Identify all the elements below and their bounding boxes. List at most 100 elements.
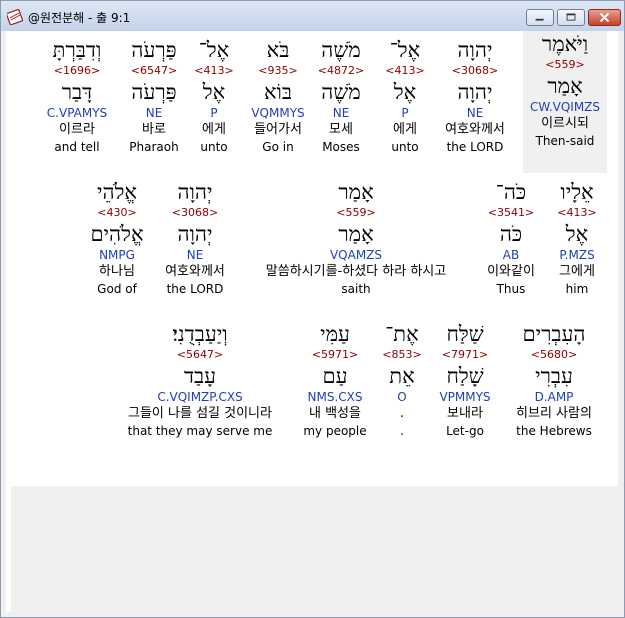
- hebrew-word: אֶת־: [385, 322, 419, 346]
- strong-number[interactable]: <1696>: [34, 63, 120, 79]
- morph-code: C.VQIMZP.CXS: [157, 390, 243, 404]
- strong-number[interactable]: <6547>: [114, 63, 194, 79]
- korean-gloss: 이와같이: [487, 264, 535, 279]
- word-block[interactable]: אָמַר <559> אָמַר VQAMZS 말씀하시기를-하셨다 하라 하…: [242, 179, 470, 297]
- hebrew-lemma: אָמַר: [547, 74, 583, 98]
- hebrew-lemma: יְהוָה: [177, 222, 213, 246]
- english-gloss: my people: [303, 424, 367, 438]
- word-block[interactable]: וַיֹּאמֶר <559> אָמַר CW.VQIMZS 이르시되 The…: [523, 31, 607, 173]
- hebrew-word: וְדִבַּרְתָּ: [52, 38, 102, 62]
- morph-code: NMS.CXS: [307, 390, 363, 404]
- english-gloss: Thus: [496, 282, 526, 296]
- word-block[interactable]: אֱלֹהֵי <430> אֱלֹהִים NMPG 하나님 God of: [82, 179, 152, 297]
- morph-code: VQAMZS: [329, 248, 383, 262]
- korean-gloss: 말씀하시기를-하셨다 하라 하시고: [265, 264, 447, 279]
- english-gloss: Pharaoh: [129, 140, 179, 154]
- morph-code: O: [397, 390, 407, 404]
- hebrew-lemma: שָׁלַח: [446, 364, 484, 388]
- maximize-button[interactable]: [557, 9, 585, 26]
- korean-gloss: 내 백성을: [309, 406, 361, 421]
- word-block[interactable]: שַׁלַּח <7971> שָׁלַח VPMMYS 보내라 Let-go: [430, 321, 500, 439]
- hebrew-word: וְיַעַבְדֻנִי׃: [172, 322, 228, 346]
- hebrew-lemma: אָמַר: [338, 222, 374, 246]
- title-bar[interactable]: @원전분해 - 출 9:1: [1, 1, 624, 31]
- korean-gloss: .: [399, 406, 405, 421]
- strong-number[interactable]: <5971>: [296, 347, 374, 363]
- maximize-icon: [566, 13, 576, 21]
- word-block[interactable]: הָעִבְרִים <5680> עִבְרִי D.AMP 히브리 사람의 …: [502, 321, 606, 439]
- korean-gloss: 그들이 나를 섬길 것이니라: [128, 406, 272, 421]
- minimize-button[interactable]: [526, 9, 554, 26]
- minimize-icon: [535, 18, 544, 21]
- english-gloss: and tell: [54, 140, 100, 154]
- morph-code: CW.VQIMZS: [529, 100, 601, 114]
- strong-number[interactable]: <5647>: [106, 347, 294, 363]
- hebrew-word: אָמַר: [338, 180, 374, 204]
- strong-number[interactable]: <413>: [544, 205, 610, 221]
- app-window: @원전분해 - 출 9:1 וַיֹּאמֶר <559> אָמַר CW.V…: [0, 0, 625, 618]
- hebrew-lemma: אֱלֹהִים: [90, 222, 144, 246]
- morph-code: NMPG: [99, 248, 135, 262]
- korean-gloss: 하나님: [99, 264, 135, 279]
- korean-gloss: 보내라: [447, 406, 483, 421]
- english-gloss: God of: [97, 282, 137, 296]
- morph-code: AB: [502, 248, 520, 262]
- empty-area: [11, 486, 618, 612]
- word-block[interactable]: וְדִבַּרְתָּ <1696> דָּבַר C.VPAMYS 이르라 …: [34, 37, 120, 155]
- hebrew-word: כֹּה־: [495, 180, 527, 204]
- hebrew-lemma: עָבַד: [183, 364, 217, 388]
- hebrew-word: שַׁלַּח: [446, 322, 484, 346]
- hebrew-word: עַמִּי: [320, 322, 350, 346]
- korean-gloss: 바로: [142, 122, 166, 137]
- word-block[interactable]: אֵלָיו <413> אֶל P.MZS 그에게 him: [544, 179, 610, 297]
- hebrew-word: אֱלֹהֵי: [96, 180, 137, 204]
- english-gloss: him: [565, 282, 589, 296]
- word-block[interactable]: אֶת־ <853> אֵת O . .: [376, 321, 428, 439]
- hebrew-lemma: אֶל: [565, 222, 589, 246]
- hebrew-word: הָעִבְרִים: [522, 322, 586, 346]
- interlinear-view[interactable]: וַיֹּאמֶר <559> אָמַר CW.VQIMZS 이르시되 The…: [6, 31, 618, 612]
- word-block[interactable]: פַּרְעֹה <6547> פַּרְעֹה NE 바로 Pharaoh: [114, 37, 194, 155]
- english-gloss: Then-said: [535, 134, 595, 148]
- window-title: @원전분해 - 출 9:1: [28, 11, 131, 25]
- korean-gloss: 이르라: [59, 122, 95, 137]
- english-gloss: that they may serve me: [127, 424, 273, 438]
- english-gloss: Let-go: [446, 424, 484, 438]
- word-block[interactable]: כֹּה־ <3541> כֹּה AB 이와같이 Thus: [475, 179, 547, 297]
- strong-number[interactable]: <3541>: [475, 205, 547, 221]
- hebrew-lemma: עַם: [322, 364, 348, 388]
- morph-code: VPMMYS: [439, 390, 491, 404]
- english-gloss: the LORD: [166, 282, 224, 296]
- strong-number[interactable]: <853>: [376, 347, 428, 363]
- korean-gloss: 히브리 사람의: [516, 406, 592, 421]
- korean-gloss: 여호와께서: [165, 264, 225, 279]
- morph-code: NE: [186, 248, 204, 262]
- strong-number[interactable]: <559>: [523, 57, 607, 73]
- strong-number[interactable]: <430>: [82, 205, 152, 221]
- hebrew-word: פַּרְעֹה: [131, 38, 177, 62]
- word-block[interactable]: עַמִּי <5971> עַם NMS.CXS 내 백성을 my peopl…: [296, 321, 374, 439]
- bible-book-icon: [7, 9, 23, 25]
- hebrew-lemma: דָּבַר: [61, 80, 93, 104]
- english-gloss: .: [400, 424, 404, 438]
- hebrew-lemma: כֹּה: [499, 222, 523, 246]
- strong-number[interactable]: <7971>: [430, 347, 500, 363]
- hebrew-lemma: אֵת: [389, 364, 415, 388]
- morph-code: D.AMP: [534, 390, 574, 404]
- korean-gloss: 이르시되: [541, 116, 589, 131]
- english-gloss: the Hebrews: [516, 424, 592, 438]
- close-icon: [599, 12, 610, 23]
- word-block[interactable]: יְהוָה <3068> יְהוָה NE 여호와께서 the LORD: [152, 179, 238, 297]
- strong-number[interactable]: <5680>: [502, 347, 606, 363]
- morph-code: NE: [145, 106, 163, 120]
- word-block[interactable]: וְיַעַבְדֻנִי׃ <5647> עָבַד C.VQIMZP.CXS…: [106, 321, 294, 439]
- hebrew-word: אֵלָיו: [560, 180, 594, 204]
- morph-code: P.MZS: [559, 248, 595, 262]
- strong-number[interactable]: <3068>: [152, 205, 238, 221]
- close-button[interactable]: [588, 9, 621, 26]
- strong-number[interactable]: <559>: [242, 205, 470, 221]
- hebrew-word: וַיֹּאמֶר: [541, 32, 589, 56]
- hebrew-word: יְהוָה: [177, 180, 213, 204]
- morph-code: C.VPAMYS: [46, 106, 108, 120]
- korean-gloss: 그에게: [559, 264, 595, 279]
